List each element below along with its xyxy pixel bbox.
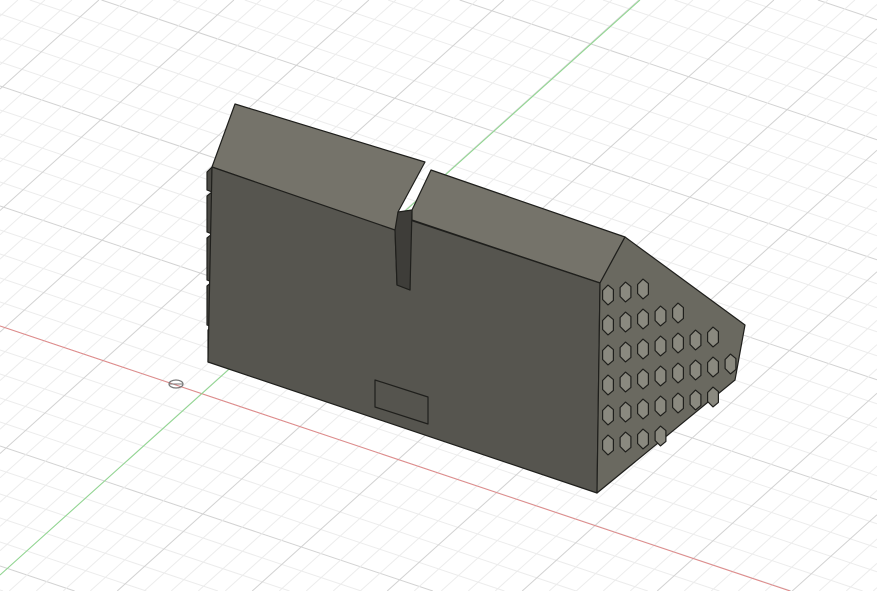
grid-line [0, 565, 75, 591]
hex-cell [601, 404, 615, 426]
hex-cell [689, 359, 702, 381]
hex-cell [601, 284, 615, 306]
hex-cell [636, 308, 650, 330]
hex-cell [706, 326, 720, 348]
hex-cell [636, 368, 650, 390]
hex-cell [601, 374, 615, 396]
grid-line [710, 441, 877, 591]
hex-cell [671, 332, 685, 354]
grid-line [0, 0, 46, 41]
hex-cell [654, 365, 667, 387]
grid-line [0, 0, 73, 66]
grid-line [872, 587, 877, 591]
hex-cell [689, 329, 702, 351]
hex-cell [706, 356, 720, 378]
hex-cell [654, 395, 667, 417]
hex-cell [619, 371, 632, 393]
hex-cell [619, 281, 632, 303]
hex-cell [636, 338, 650, 360]
hex-cell [619, 311, 632, 333]
hex-cell [689, 389, 702, 411]
hex-cell [601, 344, 615, 366]
hex-cell [601, 434, 615, 456]
slot [394, 209, 413, 291]
origin-icon[interactable] [168, 379, 184, 389]
grid-line [656, 392, 877, 591]
hex-cell [619, 431, 632, 453]
3d-viewport[interactable] [0, 0, 877, 591]
grid-line [0, 469, 362, 591]
hex-cell [654, 425, 667, 447]
hex-cell [654, 305, 667, 327]
model-body[interactable] [206, 103, 746, 494]
hex-cell [671, 302, 685, 324]
hex-cell [619, 401, 632, 423]
grid-line [0, 0, 127, 114]
grid-line [0, 541, 147, 591]
hex-cell [671, 392, 685, 414]
hex-cell [706, 386, 720, 408]
hex-cell [671, 362, 685, 384]
grid-line [845, 562, 877, 591]
hex-cell [601, 314, 615, 336]
grid-line [602, 0, 877, 93]
hex-cell [636, 278, 650, 300]
grid-line [818, 538, 877, 591]
hex-cell [636, 428, 650, 450]
hex-cell [654, 335, 667, 357]
hex-cell [619, 341, 632, 363]
grid-line [0, 0, 235, 211]
hex-cell [724, 353, 737, 375]
grid-line [791, 514, 877, 591]
canvas[interactable] [0, 0, 877, 591]
grid-line [0, 0, 208, 187]
grid-line [0, 0, 19, 17]
grid-line [0, 0, 100, 90]
grid-line [817, 0, 877, 21]
grid-line [387, 0, 877, 165]
hex-cell [636, 398, 650, 420]
